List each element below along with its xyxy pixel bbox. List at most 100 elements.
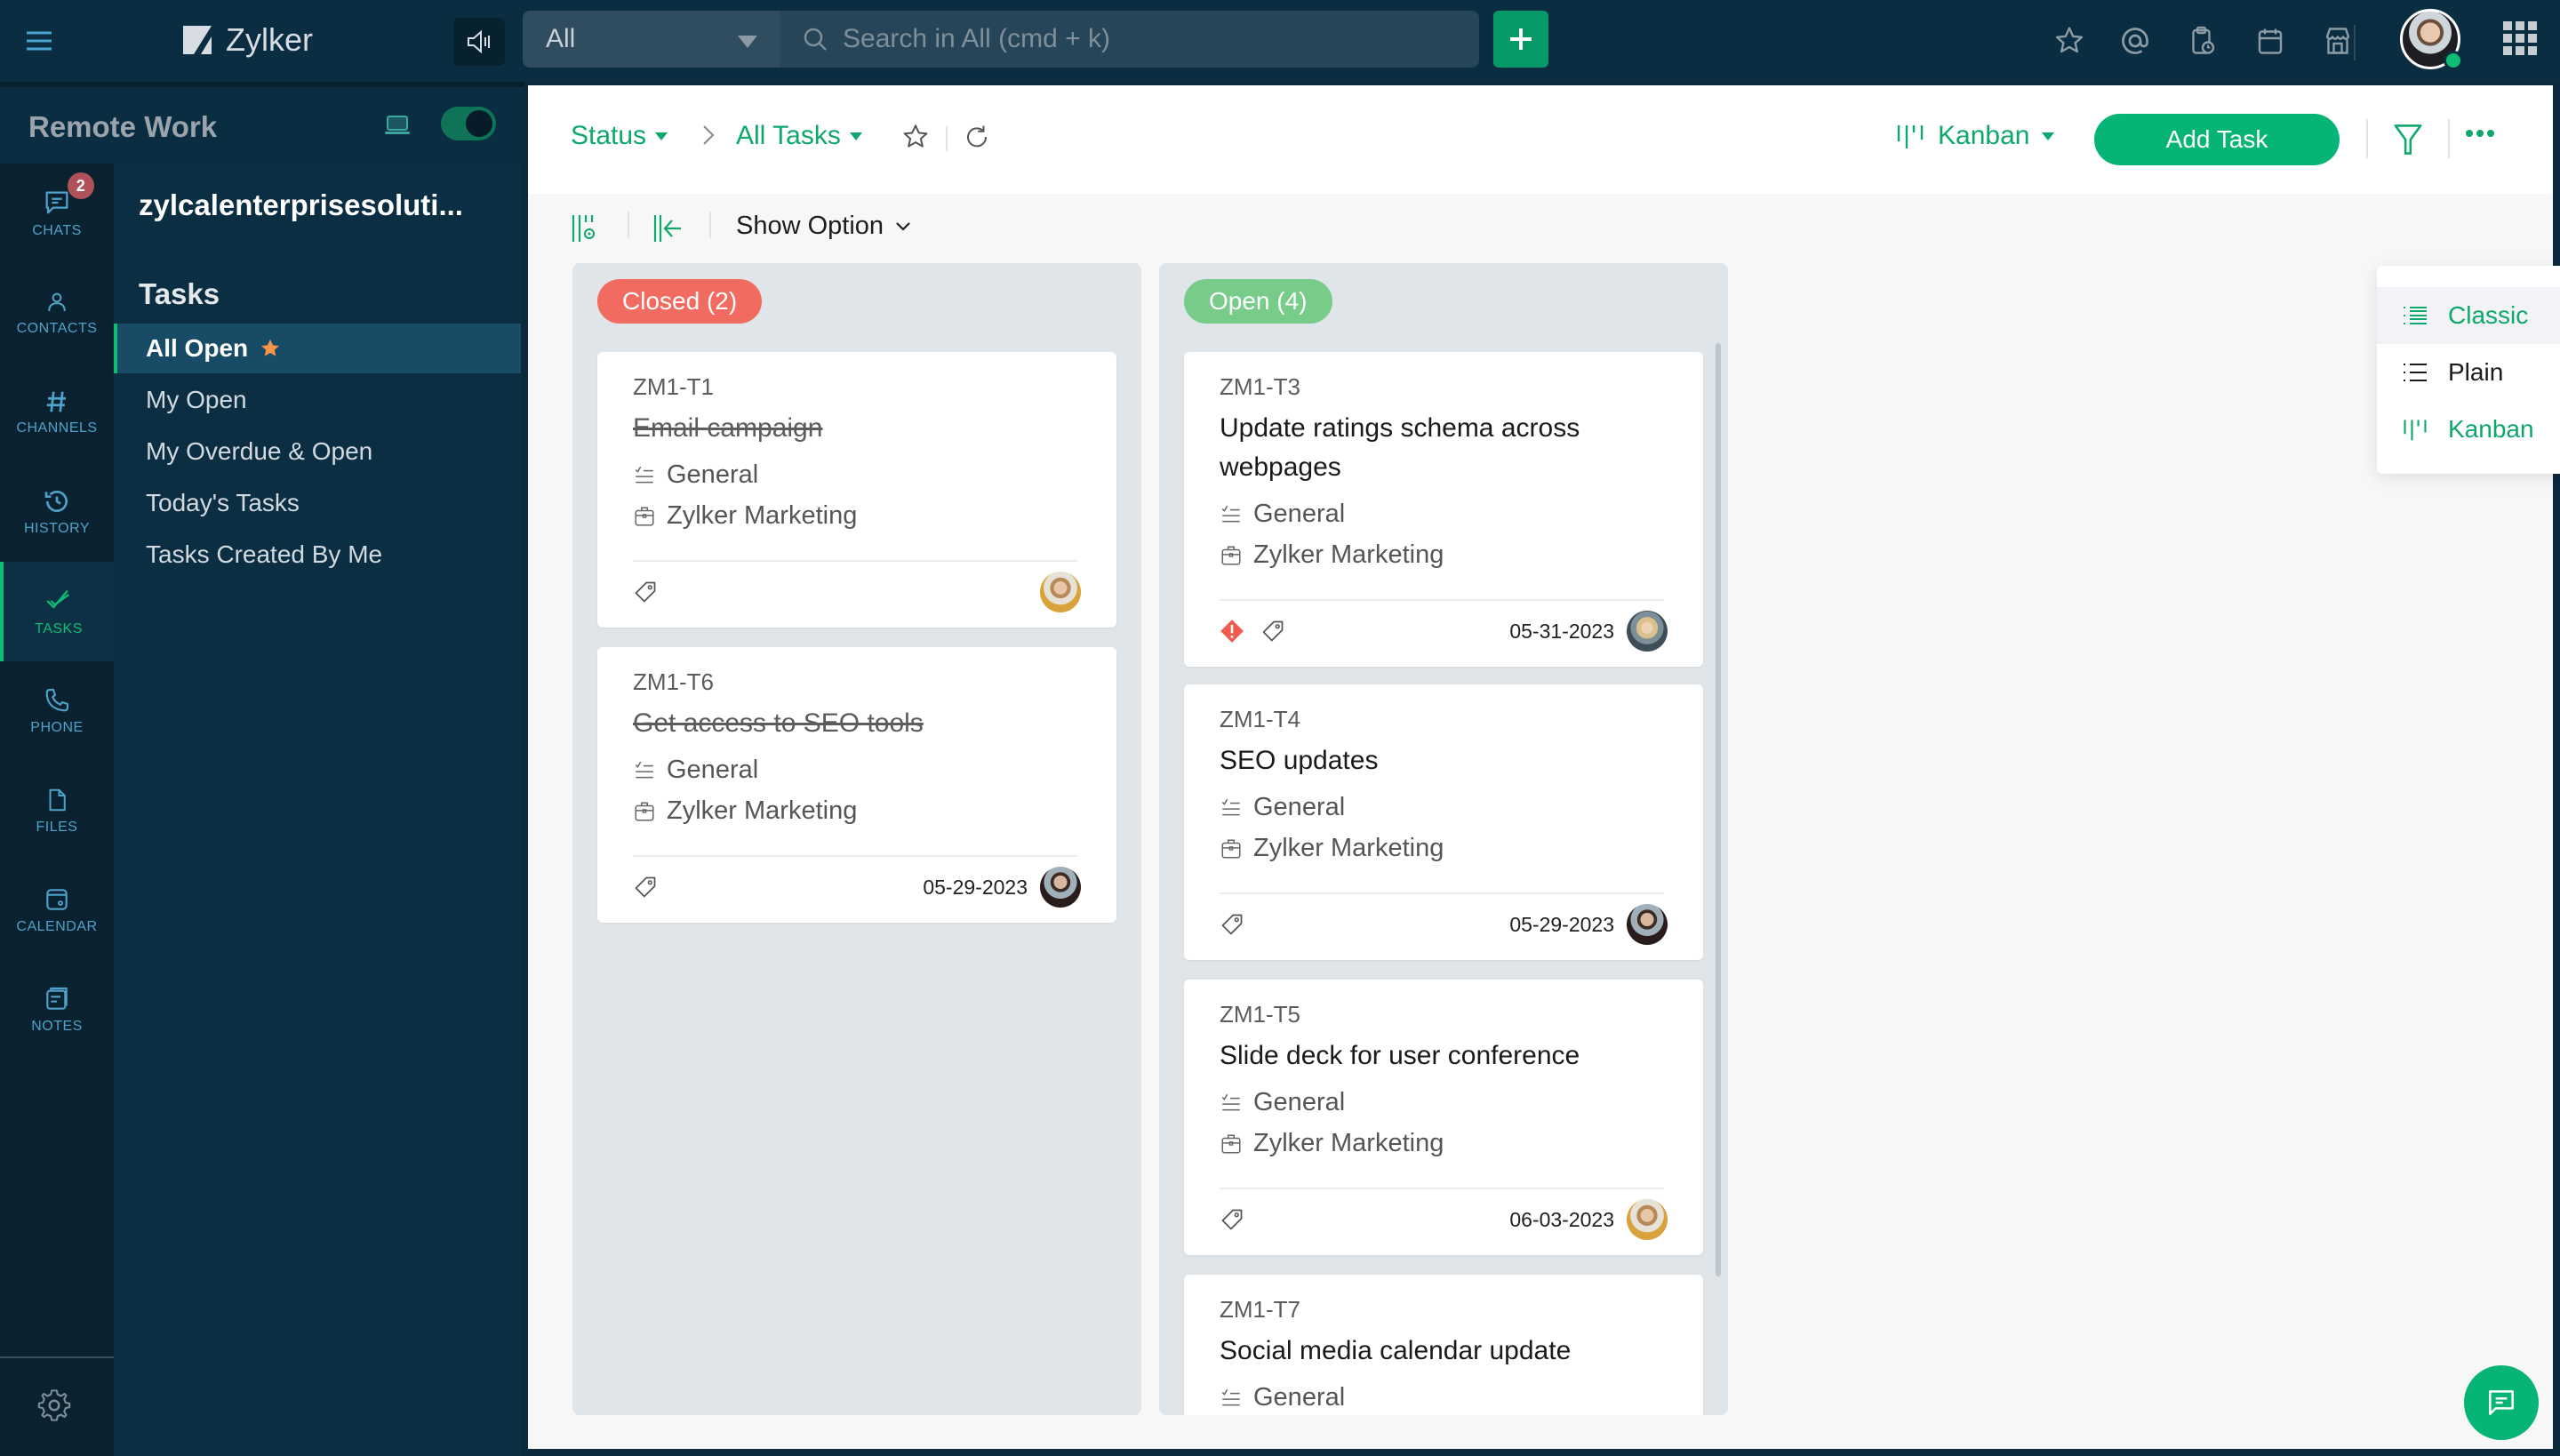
sidebar-item-my-open[interactable]: My Open: [114, 375, 521, 425]
task-id: ZM1-T4: [1220, 706, 1300, 732]
collapse-columns-icon[interactable]: [652, 213, 683, 244]
view-option-plain[interactable]: Plain: [2377, 344, 2560, 401]
rail-item-channels[interactable]: CHANNELS: [0, 363, 114, 462]
task-card[interactable]: ZM1-T6 Get access to SEO tools General Z…: [597, 647, 1116, 923]
filter-icon[interactable]: [2393, 123, 2423, 156]
search-scope-select[interactable]: All: [523, 11, 780, 68]
task-title[interactable]: Social media calendar update: [1220, 1332, 1664, 1371]
rail-item-chats[interactable]: CHATS 2: [0, 164, 114, 263]
divider: [2448, 119, 2450, 158]
task-card[interactable]: ZM1-T4 SEO updates General Zylker Market…: [1184, 684, 1703, 960]
create-new-button[interactable]: [1493, 11, 1548, 68]
divider: [946, 126, 948, 151]
due-date: 05-31-2023: [1509, 619, 1614, 643]
chat-launcher-button[interactable]: [2464, 1365, 2539, 1440]
show-option-dropdown[interactable]: Show Option: [736, 212, 912, 241]
tag-icon[interactable]: [1220, 1207, 1244, 1232]
user-avatar[interactable]: [2400, 9, 2463, 70]
tag-icon[interactable]: [1220, 912, 1244, 937]
mentions-button[interactable]: [2116, 21, 2155, 60]
tasks-sidebar: zylcalenterprisesoluti... Tasks All Open…: [114, 164, 521, 1456]
task-title[interactable]: Email campaign: [633, 409, 1077, 448]
tag-icon[interactable]: [633, 875, 658, 900]
briefcase-icon: [1221, 838, 1241, 859]
favorite-view-icon[interactable]: [901, 123, 930, 151]
view-option-kanban[interactable]: Kanban: [2377, 401, 2560, 458]
rail-item-calendar[interactable]: CALENDAR: [0, 860, 114, 960]
assignee-avatar[interactable]: [1627, 1199, 1668, 1240]
calendar-button[interactable]: [2251, 21, 2290, 60]
column-settings-icon[interactable]: [571, 213, 601, 244]
divider: [1220, 599, 1664, 601]
workspace-toggle[interactable]: [441, 107, 496, 140]
rail-item-phone[interactable]: PHONE: [0, 661, 114, 761]
refresh-icon[interactable]: [964, 123, 990, 151]
task-title[interactable]: Update ratings schema across webpages: [1220, 409, 1664, 487]
task-card[interactable]: ZM1-T5 Slide deck for user conference Ge…: [1184, 980, 1703, 1255]
mention-icon: [2122, 28, 2148, 54]
rail-item-history[interactable]: HISTORY: [0, 462, 114, 562]
rail-item-contacts[interactable]: CONTACTS: [0, 263, 114, 363]
workspace-title[interactable]: Remote Work: [28, 110, 217, 144]
rail-item-tasks[interactable]: TASKS: [0, 562, 114, 661]
search-input[interactable]: [843, 24, 1447, 54]
column-header-open[interactable]: Open (4): [1184, 279, 1332, 324]
announcements-button[interactable]: [453, 18, 505, 66]
assignee-avatar[interactable]: [1627, 611, 1668, 652]
task-title[interactable]: Get access to SEO tools: [633, 704, 1077, 743]
task-title[interactable]: Slide deck for user conference: [1220, 1036, 1664, 1076]
column-header-closed[interactable]: Closed (2): [597, 279, 763, 324]
task-footer: 06-03-2023: [1220, 1199, 1668, 1240]
checklist-icon: [1221, 798, 1240, 815]
show-option-label: Show Option: [736, 212, 884, 240]
caret-down-icon: [849, 132, 862, 140]
task-list-name: General: [1253, 793, 1346, 821]
search-box[interactable]: [780, 11, 1479, 68]
search-icon: [804, 28, 827, 51]
task-title[interactable]: SEO updates: [1220, 741, 1664, 780]
tag-icon[interactable]: [1260, 619, 1285, 644]
task-footer: 05-29-2023: [633, 867, 1081, 908]
apps-grid-icon[interactable]: [2503, 21, 2537, 55]
due-date: 05-29-2023: [923, 875, 1028, 899]
assignee-avatar[interactable]: [1040, 572, 1081, 612]
nav-rail: CHATS 2 CONTACTS CHANNELS HISTORY TASKS …: [0, 164, 114, 1456]
assignee-avatar[interactable]: [1627, 904, 1668, 945]
rail-label: CALENDAR: [16, 919, 98, 934]
sidebar-item-my-overdue-open[interactable]: My Overdue & Open: [114, 427, 521, 476]
task-card[interactable]: ZM1-T3 Update ratings schema across webp…: [1184, 352, 1703, 667]
organization-name[interactable]: zylcalenterprisesoluti...: [139, 188, 463, 222]
more-options-icon[interactable]: [2466, 130, 2494, 137]
task-card[interactable]: ZM1-T7 Social media calendar update Gene…: [1184, 1275, 1703, 1415]
rail-item-files[interactable]: FILES: [0, 761, 114, 860]
add-task-button[interactable]: Add Task: [2094, 114, 2340, 165]
hash-icon: [46, 391, 66, 412]
main-header: Status All Tasks Kanban Add Task: [528, 85, 2553, 194]
sidebar-item-all-open[interactable]: All Open: [114, 324, 521, 373]
task-list: General: [1220, 500, 1345, 529]
task-list-name: General: [1253, 1088, 1346, 1116]
favorites-button[interactable]: [2050, 21, 2089, 60]
task-card[interactable]: ZM1-T1 Email campaign General Zylker Mar…: [597, 352, 1116, 628]
sidebar-item-created-by-me[interactable]: Tasks Created By Me: [114, 530, 521, 580]
tag-icon[interactable]: [633, 580, 658, 604]
assignee-avatar[interactable]: [1040, 867, 1081, 908]
status-group-dropdown[interactable]: Status: [571, 121, 668, 151]
sidebar-item-todays-tasks[interactable]: Today's Tasks: [114, 478, 521, 528]
column-scrollbar[interactable]: [1716, 343, 1721, 1276]
marketplace-button[interactable]: [2318, 21, 2357, 60]
rail-item-notes[interactable]: NOTES: [0, 960, 114, 1060]
brand-logo[interactable]: Zylker: [181, 18, 313, 62]
laptop-icon[interactable]: [384, 114, 411, 137]
zylker-logo-icon: [183, 26, 212, 54]
briefcase-icon: [1221, 1133, 1241, 1154]
view-mode-select[interactable]: Kanban: [1895, 121, 2055, 151]
view-option-classic[interactable]: Classic: [2377, 287, 2560, 344]
menu-icon[interactable]: [23, 25, 55, 57]
settings-icon[interactable]: [36, 1387, 73, 1424]
task-list-name: General: [667, 756, 759, 784]
kanban-column-closed: Closed (2) ZM1-T1 Email campaign General…: [572, 263, 1141, 1415]
divider: [1220, 1188, 1664, 1189]
view-filter-dropdown[interactable]: All Tasks: [736, 121, 862, 151]
reminders-button[interactable]: [2183, 21, 2222, 60]
